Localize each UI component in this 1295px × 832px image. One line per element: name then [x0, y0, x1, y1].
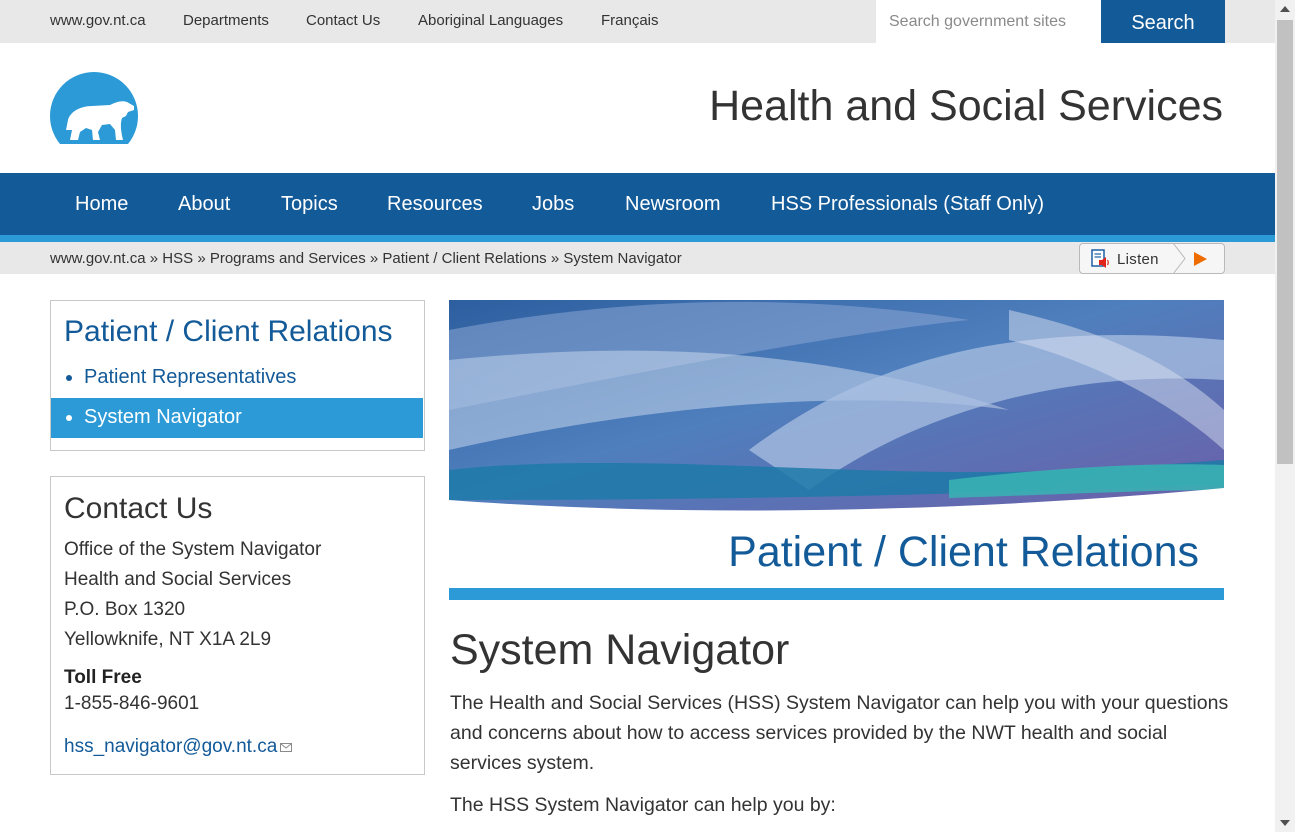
nav-hss-professionals[interactable]: HSS Professionals (Staff Only) — [771, 193, 1044, 216]
bullet-icon — [66, 415, 72, 421]
nav-about[interactable]: About — [178, 193, 230, 216]
sidebar-section-nav: Patient / Client Relations Patient Repre… — [50, 300, 425, 451]
vertical-scrollbar[interactable] — [1275, 0, 1295, 832]
page-title: System Navigator — [450, 626, 790, 674]
contact-address-line: P.O. Box 1320 — [64, 599, 186, 620]
contact-address-line: Health and Social Services — [64, 569, 292, 590]
nav-newsroom[interactable]: Newsroom — [625, 193, 721, 216]
speaker-document-icon — [1091, 249, 1109, 268]
contact-address-line: Yellowknife, NT X1A 2L9 — [64, 629, 272, 650]
toll-free-number: 1-855-846-9601 — [64, 693, 200, 714]
scrollbar-thumb[interactable] — [1277, 20, 1293, 464]
search-input[interactable] — [876, 0, 1101, 43]
chevron-separator-icon — [1172, 243, 1186, 274]
nav-resources[interactable]: Resources — [387, 193, 483, 216]
breadcrumb-link-programs[interactable]: Programs and Services — [210, 250, 366, 267]
toll-free-label: Toll Free — [64, 667, 142, 688]
body-paragraph: The HSS System Navigator can help you by… — [450, 794, 836, 816]
mail-icon — [280, 743, 293, 752]
breadcrumb-link-hss[interactable]: HSS — [162, 250, 193, 267]
contact-email-text: hss_navigator@gov.nt.ca — [64, 736, 278, 757]
play-icon — [1194, 252, 1207, 266]
nav-topics[interactable]: Topics — [281, 193, 338, 216]
utility-link-govnt[interactable]: www.gov.nt.ca — [50, 12, 146, 29]
sidebar-item-label: Patient Representatives — [84, 366, 297, 388]
listen-label: Listen — [1117, 251, 1159, 268]
contact-box: Contact Us Office of the System Navigato… — [50, 476, 425, 775]
banner-rule — [449, 588, 1224, 600]
breadcrumb-separator: » — [369, 250, 379, 267]
main-nav: Home About Topics Resources Jobs Newsroo… — [0, 173, 1275, 235]
scroll-up-arrow-icon[interactable] — [1280, 6, 1290, 12]
banner-title: Patient / Client Relations — [728, 528, 1199, 576]
banner-image — [449, 300, 1224, 517]
breadcrumb-current: System Navigator — [563, 250, 682, 267]
sidebar-item-system-navigator[interactable]: System Navigator — [51, 398, 423, 438]
bullet-icon — [66, 375, 72, 381]
search-button[interactable]: Search — [1101, 0, 1225, 43]
scroll-down-arrow-icon[interactable] — [1280, 820, 1290, 826]
breadcrumb-link-govnt[interactable]: www.gov.nt.ca — [50, 250, 146, 267]
contact-email-link[interactable]: hss_navigator@gov.nt.ca — [64, 736, 293, 758]
utility-link-departments[interactable]: Departments — [183, 12, 269, 29]
utility-link-contact-us[interactable]: Contact Us — [306, 12, 380, 29]
intro-paragraph: The Health and Social Services (HSS) Sys… — [450, 692, 1229, 774]
contact-address-line: Office of the System Navigator — [64, 539, 322, 560]
nav-accent-stripe — [0, 235, 1275, 242]
breadcrumb: www.gov.nt.ca » HSS » Programs and Servi… — [50, 250, 682, 267]
sidebar-item-patient-representatives[interactable]: Patient Representatives — [51, 358, 424, 398]
sidebar-item-label: System Navigator — [84, 406, 242, 428]
breadcrumb-separator: » — [197, 250, 206, 267]
sidebar-nav-title: Patient / Client Relations — [64, 315, 393, 348]
utility-link-francais[interactable]: Français — [601, 12, 659, 29]
breadcrumb-separator: » — [550, 250, 560, 267]
listen-button[interactable]: Listen — [1079, 243, 1225, 274]
polar-bear-logo-icon[interactable] — [50, 72, 138, 144]
breadcrumb-link-patient-relations[interactable]: Patient / Client Relations — [382, 250, 546, 267]
contact-title: Contact Us — [64, 492, 213, 525]
site-title: Health and Social Services — [709, 82, 1223, 130]
nav-home[interactable]: Home — [75, 193, 128, 216]
utility-link-aboriginal-languages[interactable]: Aboriginal Languages — [418, 12, 563, 29]
breadcrumb-separator: » — [149, 250, 159, 267]
nav-jobs[interactable]: Jobs — [532, 193, 574, 216]
